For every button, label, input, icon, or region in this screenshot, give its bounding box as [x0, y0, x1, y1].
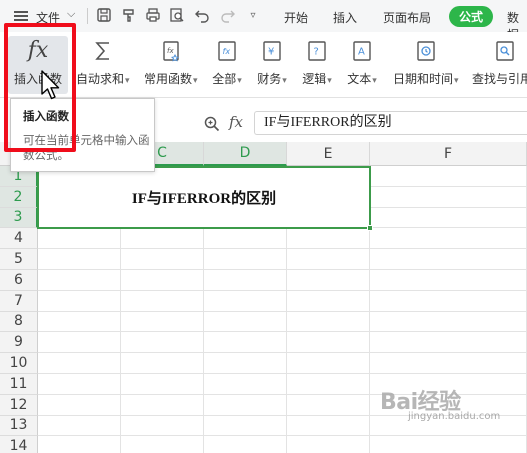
finance-label: 财务 — [257, 72, 282, 86]
svg-text:fx: fx — [223, 47, 231, 56]
column-header-d[interactable]: D — [204, 142, 287, 166]
row-gridline — [38, 373, 527, 374]
row-header-9[interactable]: 9 — [0, 332, 38, 354]
formulas-ribbon: fx 插入函数 自动求和▾ fx 常用函数▾ fx 全部▾ ¥ 财务▾ ? 逻辑… — [0, 32, 527, 98]
row-gridline — [38, 289, 527, 291]
hamburger-menu-icon[interactable] — [14, 11, 28, 21]
row-header-14[interactable]: 14 — [0, 436, 38, 453]
common-function-icon: fx — [156, 36, 186, 66]
row-header-3[interactable]: 3 — [0, 207, 38, 229]
row-gridline — [38, 310, 527, 312]
formula-fx-icon[interactable]: fx — [229, 113, 243, 131]
row-gridline — [38, 435, 527, 437]
row-gridline — [38, 269, 527, 270]
undo-icon[interactable] — [193, 6, 211, 24]
print-icon[interactable] — [144, 6, 162, 24]
row-header-13[interactable]: 13 — [0, 415, 38, 437]
autosum-button[interactable]: 自动求和▾ — [76, 36, 130, 87]
divider — [87, 8, 88, 24]
mouse-cursor-icon — [41, 70, 60, 100]
row-gridline — [38, 248, 527, 250]
row-header-11[interactable]: 11 — [0, 374, 38, 395]
chevron-down-icon[interactable]: ⌵ — [67, 7, 75, 21]
lookup-reference-label: 查找与引用 — [472, 72, 527, 86]
svg-text:A: A — [358, 47, 365, 58]
print-preview-icon[interactable] — [168, 6, 186, 24]
column-header-e[interactable]: E — [287, 142, 370, 166]
fill-handle[interactable] — [367, 225, 373, 231]
finance-icon: ¥ — [257, 36, 287, 66]
menu-bar: 文件 ⌵ ▿ 开始 插入 页面布局 公式 数据 — [0, 0, 527, 42]
tab-formulas[interactable]: 公式 — [449, 6, 493, 27]
tab-page-layout[interactable]: 页面布局 — [383, 9, 431, 26]
row-header-12[interactable]: 12 — [0, 394, 38, 416]
sigma-icon — [88, 36, 118, 66]
lookup-reference-button[interactable]: 查找与引用▾ — [472, 36, 527, 87]
baidu-watermark: Bai经验 jingyan.baidu.com — [380, 384, 500, 422]
common-functions-button[interactable]: fx 常用函数▾ — [144, 36, 198, 87]
formula-input[interactable]: IF与IFERROR的区别 — [254, 111, 527, 135]
row-gridline — [38, 352, 527, 354]
row-header-5[interactable]: 5 — [0, 249, 38, 270]
text-functions-button[interactable]: A 文本▾ — [347, 36, 377, 87]
zoom-search-icon[interactable] — [203, 115, 221, 133]
save-icon[interactable] — [95, 6, 113, 24]
common-functions-label: 常用函数 — [144, 72, 193, 86]
datetime-button[interactable]: 日期和时间▾ — [393, 36, 459, 87]
row-header-8[interactable]: 8 — [0, 311, 38, 333]
logic-label: 逻辑 — [302, 72, 327, 86]
logic-button[interactable]: ? 逻辑▾ — [302, 36, 332, 87]
wps-spreadsheet-window: 文件 ⌵ ▿ 开始 插入 页面布局 公式 数据 fx 插入函数 — [0, 0, 527, 453]
svg-text:¥: ¥ — [268, 47, 274, 58]
row-header-10[interactable]: 10 — [0, 353, 38, 374]
all-functions-icon: fx — [212, 36, 242, 66]
row-header-2[interactable]: 2 — [0, 186, 38, 208]
row-header-4[interactable]: 4 — [0, 228, 38, 250]
finance-button[interactable]: ¥ 财务▾ — [257, 36, 287, 87]
format-painter-icon[interactable] — [120, 6, 138, 24]
svg-text:fx: fx — [167, 47, 174, 55]
watermark-url: jingyan.baidu.com — [408, 411, 501, 422]
all-functions-label: 全部 — [212, 72, 237, 86]
datetime-label: 日期和时间 — [393, 72, 454, 86]
lookup-icon — [490, 36, 520, 66]
tab-insert[interactable]: 插入 — [333, 9, 357, 26]
autosum-label: 自动求和 — [76, 72, 125, 86]
row-header-6[interactable]: 6 — [0, 270, 38, 291]
logic-icon: ? — [302, 36, 332, 66]
tab-start[interactable]: 开始 — [284, 9, 308, 26]
redo-icon[interactable] — [219, 6, 237, 24]
column-header-f[interactable]: F — [370, 142, 527, 166]
datetime-icon — [411, 36, 441, 66]
merged-cell-b1-d3[interactable]: IF与IFERROR的区别 — [37, 166, 371, 229]
row-gridline — [38, 331, 527, 333]
svg-text:?: ? — [314, 47, 319, 58]
text-functions-label: 文本 — [347, 72, 372, 86]
row-header-7[interactable]: 7 — [0, 290, 38, 312]
text-icon: A — [347, 36, 377, 66]
customize-toolbar-icon[interactable]: ▿ — [244, 6, 262, 24]
all-functions-button[interactable]: fx 全部▾ — [212, 36, 242, 87]
